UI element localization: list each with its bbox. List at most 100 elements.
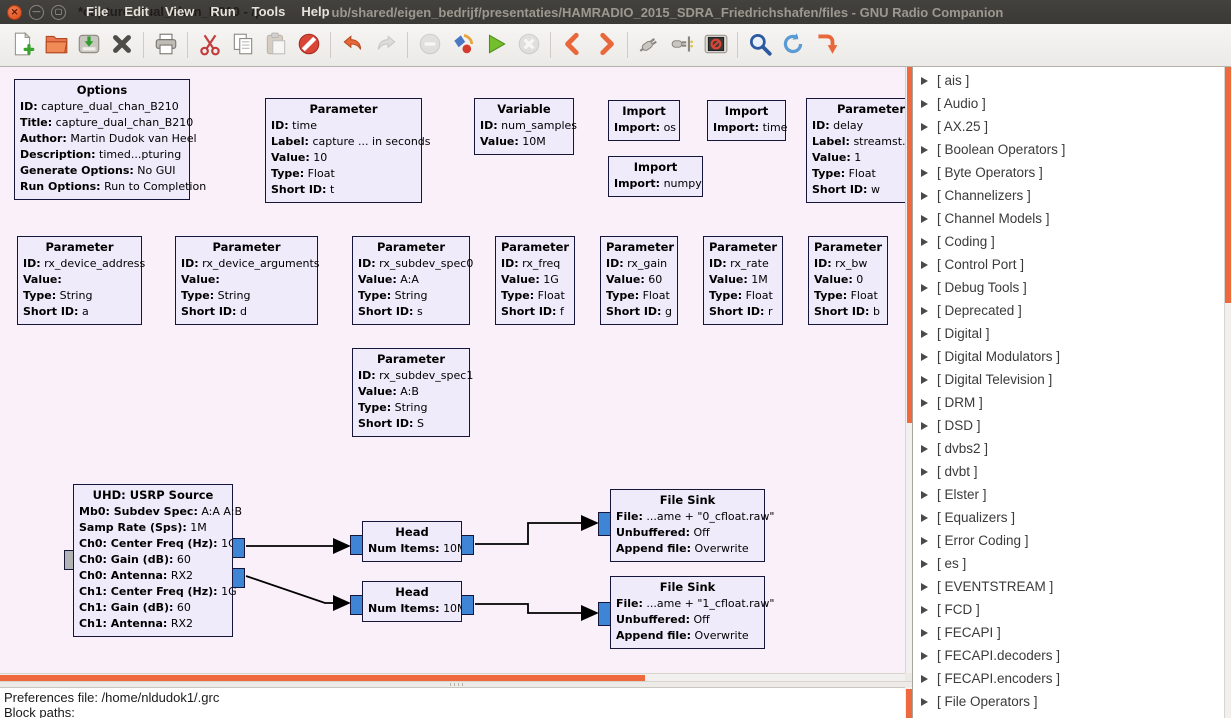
expander-triangle-icon[interactable] [921,238,928,246]
expander-triangle-icon[interactable] [921,376,928,384]
expander-triangle-icon[interactable] [921,330,928,338]
block-param_delay[interactable]: ParameterID: delayLabel: streamst...Valu… [806,98,905,203]
library-category-digital-television[interactable]: [ Digital Television ] [913,368,1223,391]
block-variable_num_samples[interactable]: VariableID: num_samplesValue: 10M [474,98,574,155]
menu-edit[interactable]: Edit [116,4,157,19]
stream-port-left[interactable] [350,595,363,615]
plug-connect-button[interactable] [666,29,699,62]
library-category-audio[interactable]: [ Audio ] [913,92,1223,115]
library-category-dsd[interactable]: [ DSD ] [913,414,1223,437]
message-port-left[interactable] [64,550,74,570]
stream-port-right[interactable] [461,535,474,555]
find-block-button[interactable] [743,29,776,62]
block-param_rx_bw[interactable]: ParameterID: rx_bwValue: 0Type: FloatSho… [808,236,888,325]
library-category-drm[interactable]: [ DRM ] [913,391,1223,414]
expander-triangle-icon[interactable] [921,100,928,108]
library-category-elster[interactable]: [ Elster ] [913,483,1223,506]
expander-triangle-icon[interactable] [921,399,928,407]
expander-triangle-icon[interactable] [921,146,928,154]
pane-divider-grip[interactable] [450,683,464,686]
library-category-fecapi[interactable]: [ FECAPI ] [913,621,1223,644]
block-usrp_source[interactable]: UHD: USRP SourceMb0: Subdev Spec: A:A A:… [73,484,233,637]
stream-port-left[interactable] [598,512,611,536]
copy-button[interactable] [226,29,259,62]
expander-triangle-icon[interactable] [921,261,928,269]
delete-button[interactable] [292,29,325,62]
flowgraph-canvas[interactable]: OptionsID: capture_dual_chan_B210Title: … [0,67,905,673]
menu-view[interactable]: View [157,4,202,19]
expander-triangle-icon[interactable] [921,698,928,706]
back-button[interactable] [556,29,589,62]
new-file-button[interactable] [6,29,39,62]
expander-triangle-icon[interactable] [921,445,928,453]
menu-run[interactable]: Run [202,4,243,19]
menu-tools[interactable]: Tools [244,4,294,19]
block-param_rx_rate[interactable]: ParameterID: rx_rateValue: 1MType: Float… [703,236,783,325]
library-category-filters[interactable]: [ Filters ] [913,713,1223,718]
library-category-boolean-operators[interactable]: [ Boolean Operators ] [913,138,1223,161]
library-category-channelizers[interactable]: [ Channelizers ] [913,184,1223,207]
expander-triangle-icon[interactable] [921,560,928,568]
expander-triangle-icon[interactable] [921,284,928,292]
open-button[interactable] [39,29,72,62]
save-button[interactable] [72,29,105,62]
connection-wire[interactable] [475,523,597,544]
library-category-dvbt[interactable]: [ dvbt ] [913,460,1223,483]
stream-port-left[interactable] [598,602,611,626]
library-category-byte-operators[interactable]: [ Byte Operators ] [913,161,1223,184]
expander-triangle-icon[interactable] [921,468,928,476]
block-head_1[interactable]: HeadNum Items: 10M [362,581,462,622]
library-category-dvbs2[interactable]: [ dvbs2 ] [913,437,1223,460]
close-tab-button[interactable] [105,29,138,62]
screen-capture-button[interactable] [699,29,732,62]
reload-blocks-button[interactable] [776,29,809,62]
library-scrollbar-thumb[interactable] [1225,67,1231,303]
close-window-icon[interactable]: ✕ [7,5,22,20]
block-param_rx_device_arguments[interactable]: ParameterID: rx_device_argumentsValue: T… [175,236,318,325]
block-import_time[interactable]: ImportImport: time [707,100,786,141]
execute-flowgraph-button[interactable] [479,29,512,62]
library-category-digital-modulators[interactable]: [ Digital Modulators ] [913,345,1223,368]
expander-triangle-icon[interactable] [921,537,928,545]
expander-triangle-icon[interactable] [921,123,928,131]
expander-triangle-icon[interactable] [921,215,928,223]
expander-triangle-icon[interactable] [921,514,928,522]
minimize-window-icon[interactable]: — [29,5,44,20]
expander-triangle-icon[interactable] [921,675,928,683]
library-category-ax-25[interactable]: [ AX.25 ] [913,115,1223,138]
library-category-control-port[interactable]: [ Control Port ] [913,253,1223,276]
expander-triangle-icon[interactable] [921,629,928,637]
library-category-ais[interactable]: [ ais ] [913,69,1223,92]
console-scrollbar[interactable] [905,687,912,718]
expander-triangle-icon[interactable] [921,192,928,200]
expander-triangle-icon[interactable] [921,491,928,499]
library-category-fecapi-encoders[interactable]: [ FECAPI.encoders ] [913,667,1223,690]
library-category-error-coding[interactable]: [ Error Coding ] [913,529,1223,552]
block-import_numpy[interactable]: ImportImport: numpy [608,156,703,197]
expander-triangle-icon[interactable] [921,169,928,177]
library-category-fecapi-decoders[interactable]: [ FECAPI.decoders ] [913,644,1223,667]
library-category-coding[interactable]: [ Coding ] [913,230,1223,253]
library-scrollbar[interactable] [1224,67,1231,718]
print-button[interactable] [149,29,182,62]
expander-triangle-icon[interactable] [921,77,928,85]
block-param_rx_subdev_spec1[interactable]: ParameterID: rx_subdev_spec1Value: A:BTy… [352,348,470,437]
library-category-debug-tools[interactable]: [ Debug Tools ] [913,276,1223,299]
menu-file[interactable]: File [78,4,116,19]
expander-triangle-icon[interactable] [921,422,928,430]
stream-port-right[interactable] [232,538,245,558]
library-category-es[interactable]: [ es ] [913,552,1223,575]
canvas-vertical-scrollbar[interactable] [905,67,912,673]
library-category-channel-models[interactable]: [ Channel Models ] [913,207,1223,230]
block-param_rx_freq[interactable]: ParameterID: rx_freqValue: 1GType: Float… [495,236,575,325]
expander-triangle-icon[interactable] [921,652,928,660]
block-file_sink_1[interactable]: File SinkFile: ...ame + "1_cfloat.raw"Un… [610,576,765,649]
block-param_rx_subdev_spec0[interactable]: ParameterID: rx_subdev_spec0Value: A:ATy… [352,236,470,325]
canvas-horizontal-scrollbar[interactable] [0,673,905,681]
maximize-window-icon[interactable]: ▢ [51,5,66,20]
connection-wire[interactable] [475,604,597,613]
expander-triangle-icon[interactable] [921,353,928,361]
block-options[interactable]: OptionsID: capture_dual_chan_B210Title: … [14,79,190,200]
forward-button[interactable] [589,29,622,62]
block-param_rx_gain[interactable]: ParameterID: rx_gainValue: 60Type: Float… [600,236,678,325]
